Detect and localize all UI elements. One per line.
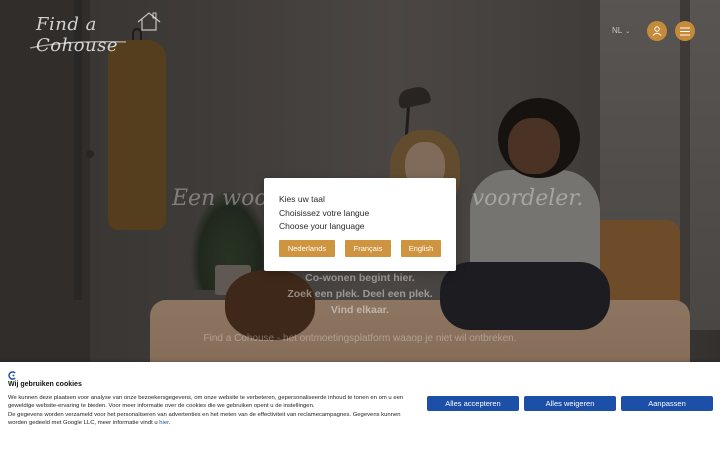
hero-tagline: Find a Cohouse - het ontmoetingsplatform… <box>203 333 517 344</box>
chevron-down-icon: ⌄ <box>625 29 631 35</box>
cookie-text-end: . <box>168 420 171 427</box>
modal-prompt-fr: Choisissez votre langue <box>279 207 370 218</box>
cookie-text: We kunnen deze plaatsen voor analyse van… <box>8 395 404 410</box>
modal-prompt-en: Choose your language <box>279 221 365 231</box>
language-modal: Kies uw taal Choisissez votre langue Cho… <box>264 178 456 271</box>
cookie-info-link[interactable]: hier <box>159 420 169 426</box>
hamburger-menu-icon <box>680 27 690 35</box>
language-switcher[interactable]: NL ⌄ <box>612 26 630 35</box>
customize-button[interactable]: Aanpassen <box>621 396 713 411</box>
cookie-description: We kunnen deze plaatsen voor analyse van… <box>8 394 413 428</box>
cookie-consent-logo-icon <box>8 371 16 380</box>
site-logo[interactable]: Find a Cohouse <box>28 8 168 56</box>
house-icon <box>137 12 161 31</box>
cookie-banner: Wij gebruiken cookies We kunnen deze pla… <box>0 362 720 450</box>
dutch-button[interactable]: Nederlands <box>279 240 335 257</box>
hero-line: Vind elkaar. <box>330 304 390 316</box>
language-buttons: Nederlands Français English <box>279 240 441 257</box>
logo-swash <box>29 41 127 49</box>
refuse-all-button[interactable]: Alles weigeren <box>524 396 616 411</box>
hero-line: Zoek een plek. Deel een plek. <box>287 288 433 300</box>
menu-button[interactable] <box>675 21 695 41</box>
hero-line: Co-wonen begint hier. <box>305 272 415 284</box>
french-button[interactable]: Français <box>345 240 391 257</box>
modal-prompt-nl: Kies uw taal <box>279 194 325 204</box>
hero-subtext: Co-wonen begint hier. Zoek een plek. Dee… <box>0 270 720 318</box>
language-code: NL <box>612 26 623 35</box>
user-icon <box>652 26 662 36</box>
english-button[interactable]: English <box>401 240 441 257</box>
accept-all-button[interactable]: Alles accepteren <box>427 396 519 411</box>
cookie-title: Wij gebruiken cookies <box>8 381 82 388</box>
hero-heading-end: voordeler. <box>471 186 584 211</box>
cookie-text: De gegevens worden verzameld voor het pe… <box>8 411 401 427</box>
account-button[interactable] <box>647 21 667 41</box>
